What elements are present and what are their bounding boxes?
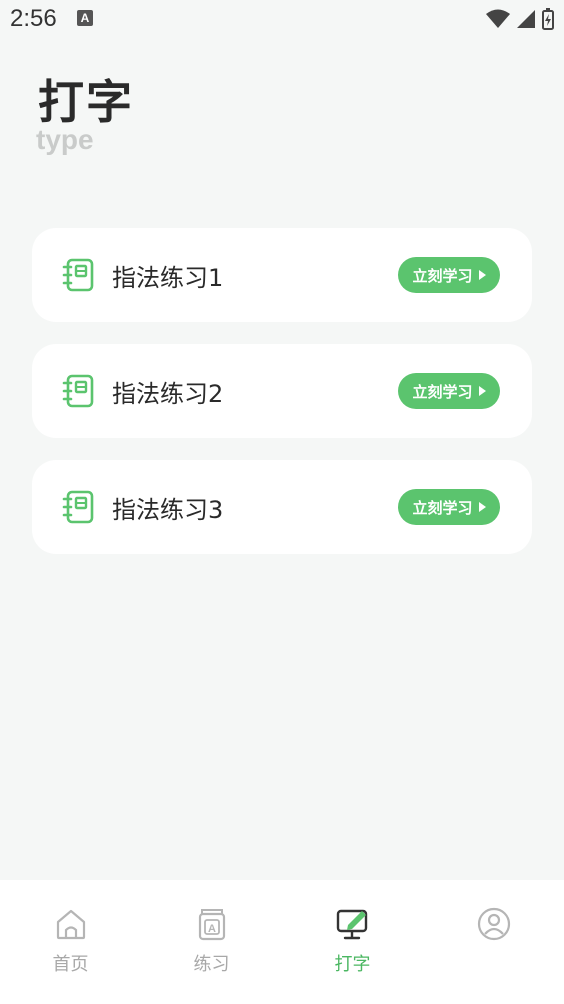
notebook-icon [62, 490, 94, 524]
start-learning-button[interactable]: 立刻学习 [398, 257, 500, 293]
start-learning-button[interactable]: 立刻学习 [398, 373, 500, 409]
status-time: 2:56 [10, 5, 57, 32]
lesson-list: 指法练习1 立刻学习 指法练习2 立刻学习 指法练习3 立刻学习 [32, 228, 532, 576]
notebook-icon [62, 258, 94, 292]
nav-item-typing[interactable]: 打字 [282, 880, 423, 1004]
nav-label-practice: 练习 [193, 954, 230, 975]
lesson-title: 指法练习3 [112, 496, 224, 524]
svg-text:A: A [208, 923, 216, 935]
nav-item-practice[interactable]: A 练习 [141, 880, 282, 1004]
start-learning-label: 立刻学习 [412, 382, 473, 401]
lesson-card[interactable]: 指法练习1 立刻学习 [32, 228, 532, 322]
play-icon [478, 270, 486, 280]
wifi-icon [486, 9, 510, 28]
status-bar: 2:56 A [0, 0, 564, 40]
nav-item-profile[interactable] [423, 880, 564, 1004]
lesson-card[interactable]: 指法练习2 立刻学习 [32, 344, 532, 438]
nav-label-home: 首页 [52, 954, 89, 975]
nav-item-home[interactable]: 首页 [0, 880, 141, 1004]
home-icon [56, 909, 85, 940]
lesson-title: 指法练习2 [112, 380, 224, 408]
monitor-pen-icon [336, 909, 367, 940]
page-subtitle: type [36, 124, 94, 155]
start-learning-button[interactable]: 立刻学习 [398, 489, 500, 525]
start-learning-label: 立刻学习 [412, 266, 473, 285]
lesson-title: 指法练习1 [112, 264, 224, 292]
signal-icon [517, 10, 535, 28]
page-title: 打字 [38, 75, 134, 129]
start-learning-label: 立刻学习 [412, 498, 473, 517]
play-icon [478, 386, 486, 396]
book-icon: A [198, 909, 225, 941]
bottom-nav: 首页 A 练习 打字 [0, 880, 564, 1004]
play-icon [478, 502, 486, 512]
notebook-icon [62, 374, 94, 408]
notification-a-icon: A [77, 10, 93, 26]
battery-icon [542, 8, 554, 30]
status-icons [486, 8, 554, 30]
profile-icon [477, 907, 510, 941]
nav-label-typing: 打字 [334, 954, 371, 975]
lesson-card[interactable]: 指法练习3 立刻学习 [32, 460, 532, 554]
